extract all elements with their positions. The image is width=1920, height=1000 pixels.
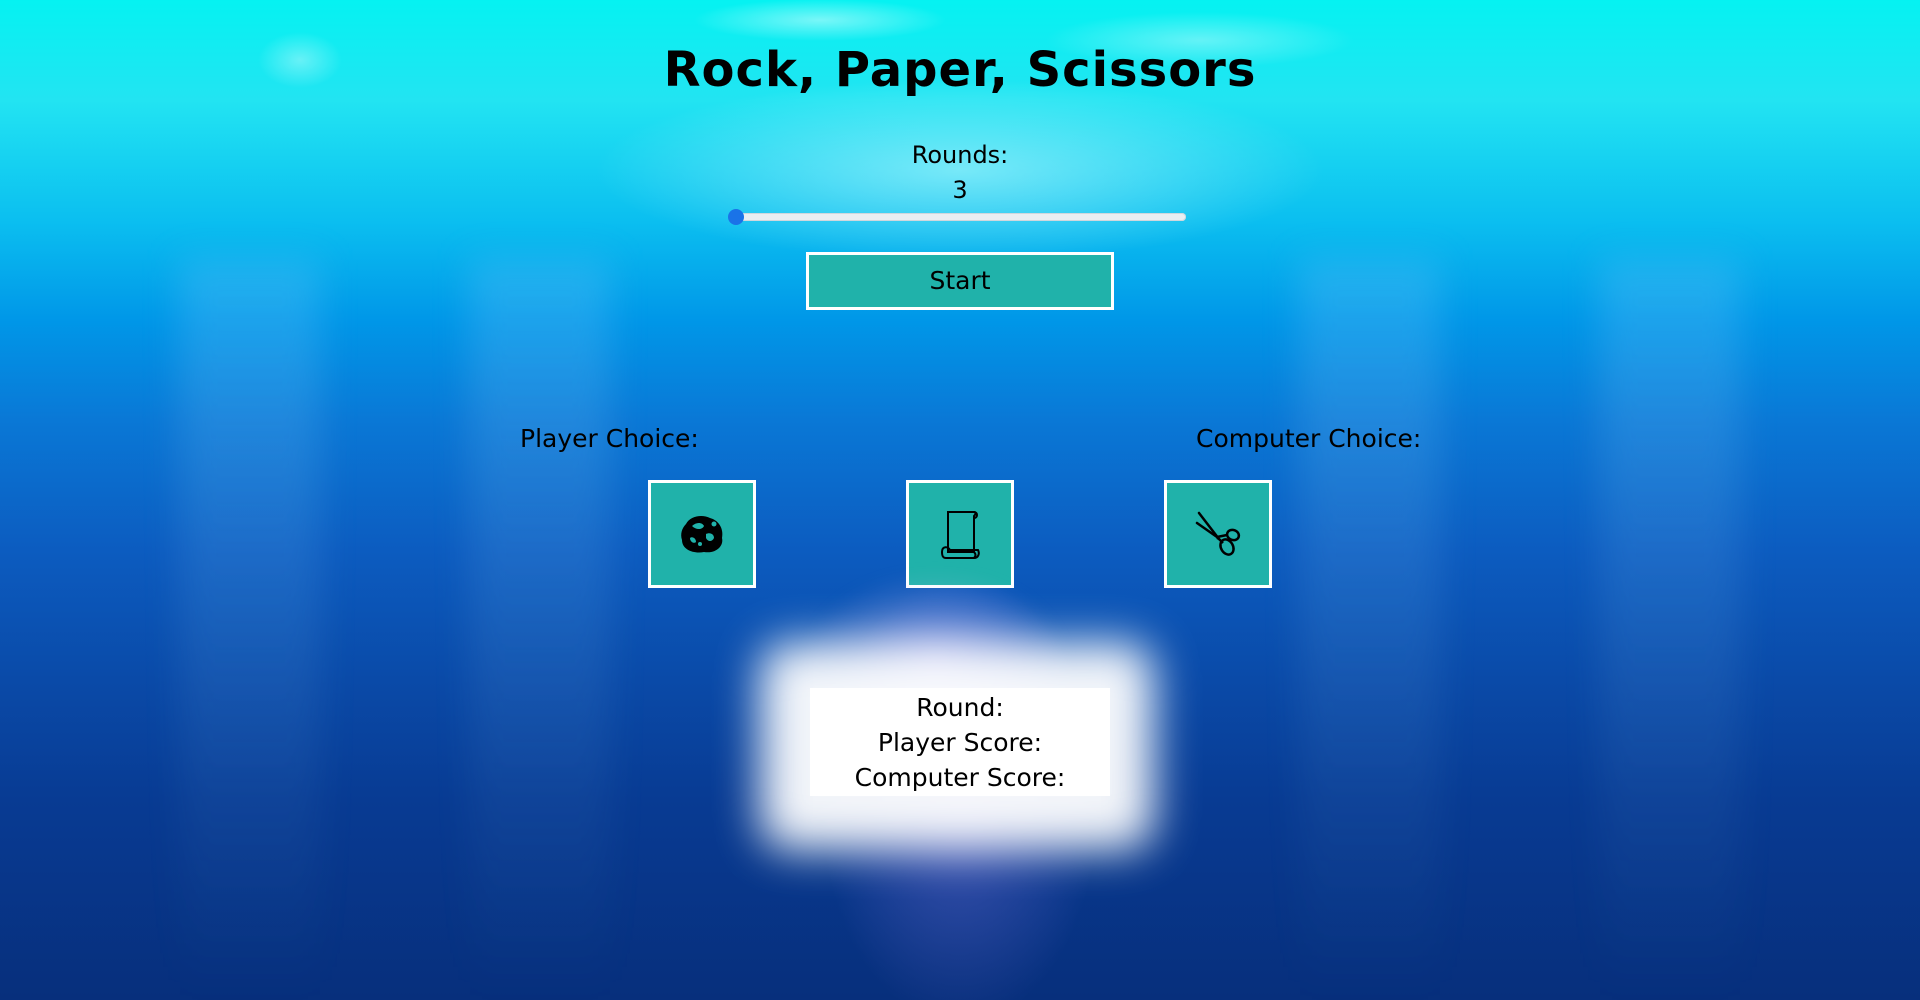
round-label: Round:: [916, 693, 1004, 722]
rounds-slider-thumb[interactable]: [728, 209, 744, 225]
page-title: Rock, Paper, Scissors: [663, 42, 1257, 98]
computer-score-label: Computer Score:: [854, 763, 1066, 792]
player-score-label: Player Score:: [877, 728, 1043, 757]
scissors-icon: [1195, 511, 1241, 556]
start-button[interactable]: Start: [806, 252, 1114, 310]
rounds-slider[interactable]: [728, 209, 1186, 225]
player-choice-label: Player Choice:: [520, 424, 699, 453]
light-ray: [470, 260, 610, 1000]
rounds-value: 3: [952, 176, 968, 204]
scissors-button[interactable]: [1164, 480, 1272, 588]
light-ray: [180, 260, 320, 1000]
rounds-label: Rounds:: [911, 141, 1009, 169]
score-panel: Round: Player Score: Computer Score:: [810, 688, 1110, 796]
light-ray: [1600, 260, 1740, 1000]
rock-icon: [681, 516, 723, 553]
light-ray: [1300, 260, 1440, 1000]
rock-button[interactable]: [648, 480, 756, 588]
paper-scroll-icon: [940, 511, 980, 559]
computer-choice-label: Computer Choice:: [1196, 424, 1422, 453]
